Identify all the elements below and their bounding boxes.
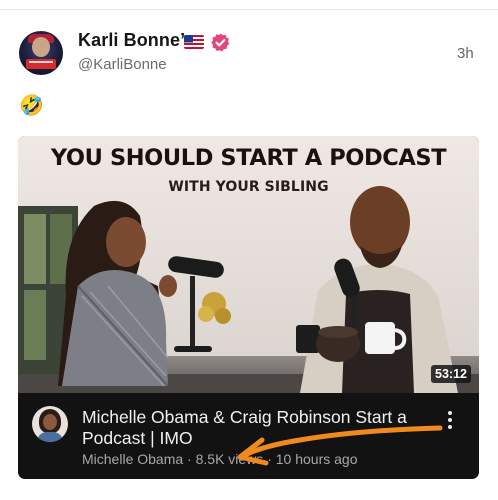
author-avatar[interactable]: [19, 31, 63, 75]
post-timestamp[interactable]: 3h: [457, 45, 474, 62]
video-embed-card[interactable]: YOU SHOULD START A PODCAST WITH YOUR SIB…: [18, 136, 479, 479]
us-flag-icon: [184, 35, 204, 49]
video-title[interactable]: Michelle Obama & Craig Robinson Start a …: [82, 407, 427, 449]
more-options-icon[interactable]: [447, 411, 453, 429]
channel-name[interactable]: Michelle Obama: [82, 451, 183, 467]
verified-badge-icon: [210, 32, 231, 53]
thumbnail-subhead: WITH YOUR SIBLING: [168, 179, 329, 195]
meta-separator: ·: [183, 451, 196, 467]
upload-time: 10 hours ago: [275, 451, 358, 467]
thumbnail-headline: YOU SHOULD START A PODCAST: [50, 145, 447, 171]
meta-separator: ·: [263, 451, 276, 467]
video-duration-badge: 53:12: [431, 365, 471, 383]
video-meta: Michelle Obama · 8.5K views · 10 hours a…: [82, 451, 358, 467]
top-divider: [0, 9, 498, 10]
author-handle[interactable]: @KarliBonne: [78, 56, 167, 73]
author-name[interactable]: Karli Bonne’: [78, 30, 185, 51]
video-thumbnail[interactable]: YOU SHOULD START A PODCAST WITH YOUR SIB…: [18, 136, 479, 393]
view-count: 8.5K views: [195, 451, 264, 467]
post-text: 🤣: [19, 95, 44, 117]
channel-avatar[interactable]: [32, 406, 68, 442]
